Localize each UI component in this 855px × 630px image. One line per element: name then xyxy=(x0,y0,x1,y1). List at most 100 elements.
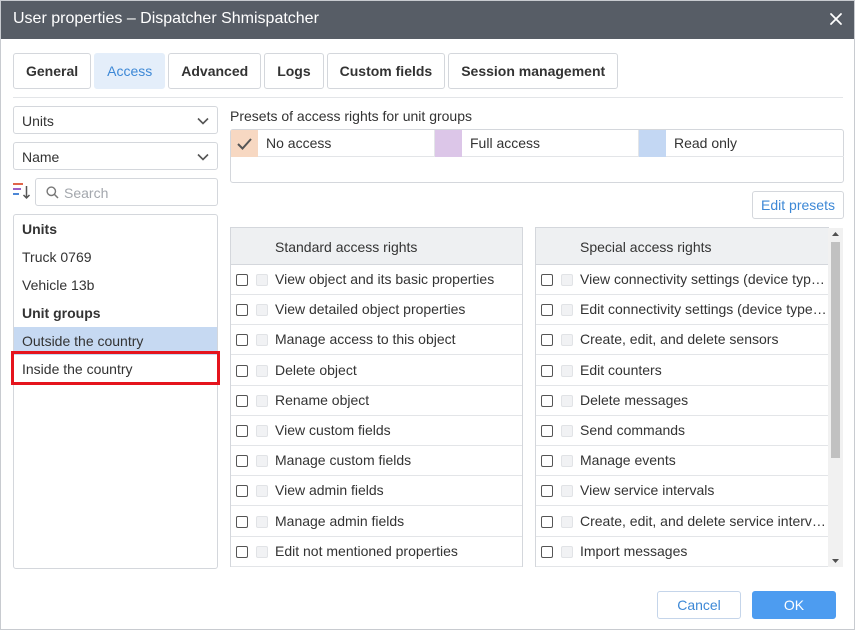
rights-row: Delete messages xyxy=(536,386,829,416)
right-label: Edit counters xyxy=(580,361,662,378)
right-label: Manage access to this object xyxy=(275,331,456,348)
right-checkbox[interactable] xyxy=(541,545,553,558)
rights-row: Edit not mentioned properties xyxy=(231,537,522,567)
right-checkbox[interactable] xyxy=(236,274,248,286)
chevron-down-icon xyxy=(197,117,209,125)
list-header-unit-groups: Unit groups xyxy=(22,305,101,321)
right-checkbox[interactable] xyxy=(236,455,248,468)
right-label: Create, edit, and delete service interv… xyxy=(580,512,826,529)
preset-read-only[interactable]: Read only xyxy=(639,130,844,157)
object-type-value: Units xyxy=(22,113,54,129)
right-checkbox[interactable] xyxy=(236,545,248,558)
right-checkbox[interactable] xyxy=(541,304,553,317)
tab-general[interactable]: General xyxy=(13,53,92,89)
rights-row: View custom fields xyxy=(231,416,522,446)
right-checkbox[interactable] xyxy=(541,364,553,377)
scroll-up-icon[interactable] xyxy=(828,228,843,240)
right-label: Edit not mentioned properties xyxy=(275,542,458,559)
rights-row: View connectivity settings (device typ… xyxy=(536,265,829,295)
tab-session-management[interactable]: Session management xyxy=(448,53,619,89)
list-item[interactable]: Truck 0769 xyxy=(14,243,217,271)
right-checkbox[interactable] xyxy=(236,334,248,347)
right-checkbox-disabled xyxy=(561,455,573,468)
right-label: Manage custom fields xyxy=(275,452,412,469)
right-label: Rename object xyxy=(275,391,370,408)
right-checkbox-disabled xyxy=(561,334,573,347)
unit-list: Units Truck 0769 Vehicle 13b Unit groups… xyxy=(13,214,218,569)
right-checkbox[interactable] xyxy=(236,364,248,377)
tab-bar: General Access Advanced Logs Custom fiel… xyxy=(13,53,619,89)
right-checkbox-disabled xyxy=(256,545,268,558)
object-type-select[interactable]: Units xyxy=(13,106,218,134)
right-checkbox[interactable] xyxy=(541,425,553,437)
right-checkbox[interactable] xyxy=(236,485,248,498)
special-rights-scrollbar[interactable] xyxy=(828,228,843,567)
tab-custom-fields[interactable]: Custom fields xyxy=(326,53,446,89)
special-rights-panel: Special access rights View connectivity … xyxy=(535,227,829,567)
right-label: View connectivity settings (device typ… xyxy=(580,271,825,287)
presets-box: No access Full access Read only xyxy=(230,129,844,183)
right-label: View detailed object properties xyxy=(275,301,466,318)
right-checkbox-disabled xyxy=(561,394,573,407)
right-label: Delete object xyxy=(275,361,357,378)
tab-advanced[interactable]: Advanced xyxy=(168,53,262,89)
special-rights-title: Special access rights xyxy=(580,239,712,255)
scrollbar-thumb[interactable] xyxy=(831,242,840,458)
scroll-down-icon[interactable] xyxy=(828,555,843,567)
right-label: Manage admin fields xyxy=(275,512,405,529)
standard-rights-panel: Standard access rights View object and i… xyxy=(230,227,523,567)
right-checkbox[interactable] xyxy=(236,515,248,528)
preset-label: Read only xyxy=(674,135,738,151)
sort-order-icon[interactable] xyxy=(13,182,31,200)
right-label: Manage events xyxy=(580,452,676,469)
right-checkbox[interactable] xyxy=(541,485,553,498)
right-label: Import messages xyxy=(580,542,688,559)
right-checkbox-disabled xyxy=(256,485,268,498)
standard-rights-title: Standard access rights xyxy=(275,239,418,255)
chevron-down-icon xyxy=(197,153,209,161)
right-checkbox[interactable] xyxy=(541,515,553,528)
tab-access[interactable]: Access xyxy=(94,53,166,89)
edit-presets-button[interactable]: Edit presets xyxy=(752,191,844,219)
preset-swatch xyxy=(435,130,462,157)
rights-row: Manage events xyxy=(536,446,829,477)
title-bar: User properties – Dispatcher Shmispatche… xyxy=(1,1,854,39)
checkmark-icon xyxy=(237,138,252,150)
tab-divider xyxy=(13,97,843,98)
list-item-selected[interactable]: Outside the country xyxy=(14,327,217,355)
preset-label: No access xyxy=(266,135,332,151)
preset-no-access[interactable]: No access xyxy=(231,130,435,157)
preset-full-access[interactable]: Full access xyxy=(435,130,639,157)
ok-button[interactable]: OK xyxy=(752,591,836,619)
rights-row: Rename object xyxy=(231,386,522,416)
tab-logs[interactable]: Logs xyxy=(264,53,324,89)
right-checkbox-disabled xyxy=(256,515,268,528)
right-checkbox[interactable] xyxy=(541,334,553,347)
rights-row: Edit counters xyxy=(536,356,829,386)
rights-row: Create, edit, and delete sensors xyxy=(536,325,829,356)
right-checkbox-disabled xyxy=(561,545,573,558)
search-box xyxy=(35,178,218,206)
list-item[interactable]: Vehicle 13b xyxy=(14,271,217,299)
search-input[interactable] xyxy=(64,183,214,202)
right-checkbox[interactable] xyxy=(236,394,248,407)
right-checkbox[interactable] xyxy=(236,304,248,317)
sort-field-select[interactable]: Name xyxy=(13,142,218,170)
close-icon[interactable] xyxy=(828,11,844,27)
special-rights-header: Special access rights xyxy=(536,228,829,265)
right-checkbox[interactable] xyxy=(541,274,553,286)
rights-row: View object and its basic properties xyxy=(231,265,522,295)
right-checkbox[interactable] xyxy=(236,425,248,437)
list-item[interactable]: Inside the country xyxy=(14,355,217,383)
right-checkbox-disabled xyxy=(561,425,573,437)
right-checkbox-disabled xyxy=(561,364,573,377)
right-checkbox[interactable] xyxy=(541,394,553,407)
search-icon xyxy=(46,186,59,199)
preset-label: Full access xyxy=(470,135,541,151)
preset-swatch xyxy=(639,130,666,157)
right-label: Send commands xyxy=(580,422,686,438)
right-checkbox-disabled xyxy=(561,485,573,498)
right-checkbox[interactable] xyxy=(541,455,553,468)
cancel-button[interactable]: Cancel xyxy=(657,591,741,619)
right-checkbox-disabled xyxy=(256,364,268,377)
